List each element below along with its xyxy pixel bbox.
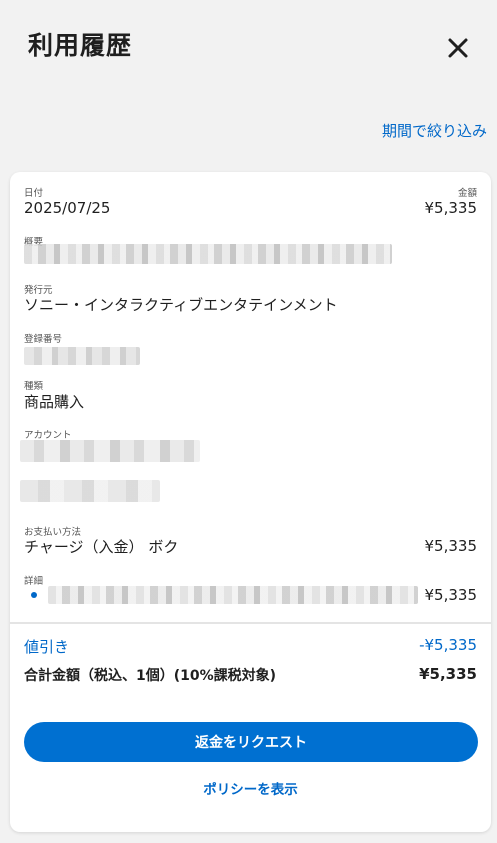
registration-number-redacted xyxy=(24,347,140,365)
total-value: ¥5,335 xyxy=(419,665,477,683)
close-icon xyxy=(448,38,468,58)
date-value: 2025/07/25 xyxy=(24,199,111,217)
account-label: アカウント xyxy=(24,430,72,441)
summary-value-redacted xyxy=(24,244,392,264)
discount-value: -¥5,335 xyxy=(419,636,477,654)
detail-label: 詳細 xyxy=(24,576,44,587)
type-label: 種類 xyxy=(24,381,44,392)
payment-method-value: チャージ（入金） ボク xyxy=(24,538,179,556)
divider xyxy=(10,622,491,624)
purchase-history-page: 利用履歴 期間で絞り込み 日付 2025/07/25 金額 ¥5,335 概要 … xyxy=(0,0,497,843)
amount-label: 金額 xyxy=(457,188,477,199)
transaction-card: 日付 2025/07/25 金額 ¥5,335 概要 発行元 ソニー・インタラク… xyxy=(10,172,491,832)
header: 利用履歴 xyxy=(0,0,497,110)
registration-number-label: 登録番号 xyxy=(24,334,63,345)
payment-amount: ¥5,335 xyxy=(424,537,478,555)
account-id-redacted xyxy=(20,480,160,502)
bullet-icon xyxy=(31,592,37,598)
page-title: 利用履歴 xyxy=(28,31,133,60)
detail-amount: ¥5,335 xyxy=(424,586,478,604)
discount-label: 値引き xyxy=(24,638,70,656)
type-value: 商品購入 xyxy=(24,393,85,411)
date-label: 日付 xyxy=(24,188,44,199)
amount-value: ¥5,335 xyxy=(424,199,478,217)
detail-value-redacted xyxy=(48,586,418,604)
close-button[interactable] xyxy=(444,34,472,62)
filter-by-period-link[interactable]: 期間で絞り込み xyxy=(382,120,487,141)
publisher-value: ソニー・インタラクティブエンタテインメント xyxy=(24,296,338,314)
view-policy-link[interactable]: ポリシーを表示 xyxy=(10,778,491,798)
request-refund-button[interactable]: 返金をリクエスト xyxy=(24,722,478,762)
account-value-redacted xyxy=(20,440,200,462)
total-label: 合計金額（税込、1個）(10%課税対象) xyxy=(24,668,277,684)
